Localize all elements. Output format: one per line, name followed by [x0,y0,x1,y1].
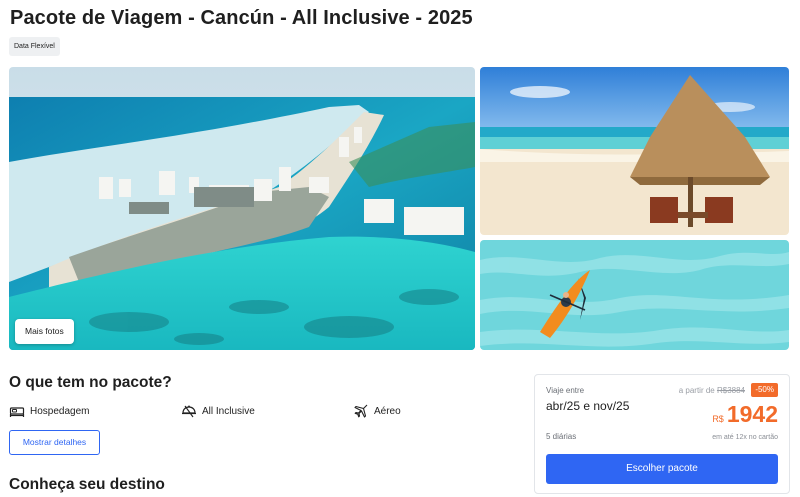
price-value: 1942 [726,401,778,427]
beach-umbrella-image [480,67,789,235]
from-price-label: a partir de R$3884 [679,386,745,395]
kayak-image [480,240,789,350]
bed-icon [9,403,25,419]
feature-label: Hospedagem [30,405,90,417]
beach-photo[interactable] [480,67,789,235]
discount-badge: -50% [751,383,778,397]
flexible-date-badge: Data Flexível [9,37,60,56]
more-photos-button[interactable]: Mais fotos [15,319,74,344]
nights-count: 5 diárias [546,432,577,441]
main-photo[interactable] [9,67,475,350]
show-details-button[interactable]: Mostrar detalhes [9,430,100,455]
installments-note: em até 12x no cartão [712,434,778,441]
cancun-aerial-image [9,67,475,350]
feature-flight: Aéreo [353,402,401,420]
package-section-title: O que tem no pacote? [9,374,172,391]
price-card: Viaje entre abr/25 e nov/25 a partir de … [534,374,790,494]
price-currency: R$ [712,414,724,424]
old-price: R$3884 [716,386,745,395]
choose-package-button[interactable]: Escolher pacote [546,454,778,484]
destination-section-title: Conheça seu destino [9,476,165,493]
trip-dates: abr/25 e nov/25 [546,399,630,413]
trip-period-label: Viaje entre [546,386,585,395]
feature-label: Aéreo [374,405,401,417]
airplane-icon [353,403,369,419]
photo-gallery: Mais fotos [9,67,790,350]
feature-label: All Inclusive [202,405,255,417]
price: R$ 1942 [712,401,778,428]
kayak-photo[interactable] [480,240,789,350]
dining-icon [181,403,197,419]
feature-all-inclusive: All Inclusive [181,402,255,420]
feature-accommodation: Hospedagem [9,402,89,420]
page-title: Pacote de Viagem - Cancún - All Inclusiv… [10,7,473,29]
from-label: a partir de [678,386,715,395]
